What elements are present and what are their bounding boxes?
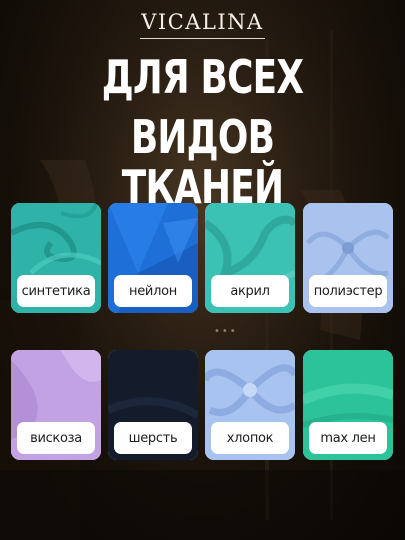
- fabric-label: вискоза: [17, 422, 95, 454]
- fabric-label: нейлон: [114, 275, 192, 307]
- fabric-card-nylon: нейлон: [108, 203, 198, 313]
- fabric-card-acrylic: акрил: [205, 203, 295, 313]
- headline-line-1: ДЛЯ ВСЕХ: [101, 50, 304, 104]
- fabric-card-wool: шерсть: [108, 350, 198, 460]
- fabric-label: акрил: [211, 275, 289, 307]
- brand-logo: VICALINA: [141, 10, 264, 34]
- fabric-label: синтетика: [17, 275, 95, 307]
- fabric-label: шерсть: [114, 422, 192, 454]
- brand-underline: [140, 38, 265, 39]
- fabric-label: хлопок: [211, 422, 289, 454]
- fabric-label: max лен: [309, 422, 387, 454]
- fabric-card-linen: max лен: [303, 350, 393, 460]
- fabric-card-polyester: полиэстер: [303, 203, 393, 313]
- fabric-card-cotton: хлопок: [205, 350, 295, 460]
- decorative-dots: •••: [214, 326, 238, 337]
- fabric-card-viscose: вискоза: [11, 350, 101, 460]
- fabric-card-synthetic: синтетика: [11, 203, 101, 313]
- headline-line-2: ВИДОВ ТКАНЕЙ: [121, 110, 284, 214]
- fabric-label: полиэстер: [309, 275, 387, 307]
